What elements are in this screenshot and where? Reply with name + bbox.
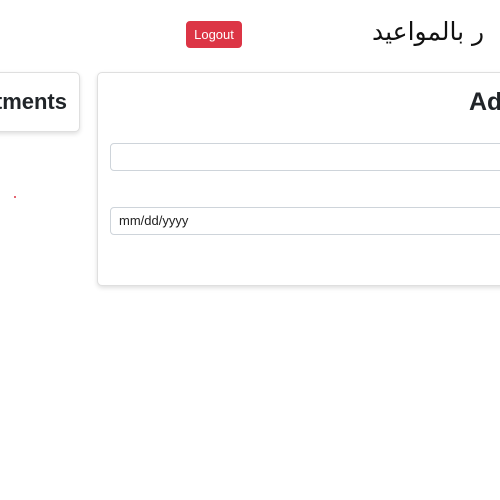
date-placeholder: mm/dd/yyyy — [119, 213, 189, 228]
appointments-card-title: tments — [0, 89, 67, 114]
appointment-date-input[interactable]: mm/dd/yyyy — [110, 207, 500, 235]
bullet-dot — [14, 196, 16, 198]
page-title: ر بالمواعيد — [372, 17, 485, 46]
appointments-card: tments — [0, 72, 80, 132]
appointment-text-input[interactable] — [110, 143, 500, 171]
logout-button[interactable]: Logout — [186, 21, 242, 48]
add-appointment-card: Ad mm/dd/yyyy — [97, 72, 500, 286]
add-appointment-title: Ad — [469, 88, 500, 116]
page: Logout ر بالمواعيد tments Ad mm/dd/yyyy — [0, 0, 500, 500]
